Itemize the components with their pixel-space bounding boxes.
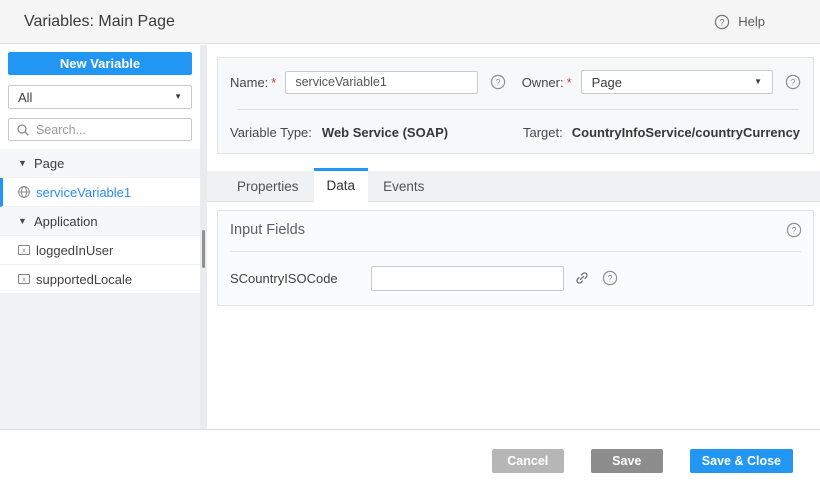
filter-selected-value: All	[18, 90, 32, 105]
input-field-row: SCountryISOCode ?	[230, 265, 801, 291]
help-label: Help	[738, 14, 765, 29]
help-circle-icon: ?	[714, 14, 730, 30]
variable-tree: ▼ Page serviceVariable1 ▼ Application	[0, 149, 200, 294]
save-and-close-button[interactable]: Save & Close	[690, 449, 793, 473]
owner-label: Owner:	[522, 75, 564, 90]
sidebar-main-divider	[200, 45, 207, 429]
variable-detail-panel: Name: * ? Owner: * Page ▼	[207, 45, 820, 429]
tree-item-label: serviceVariable1	[36, 185, 131, 200]
tree-group-application[interactable]: ▼ Application	[0, 207, 200, 236]
cancel-button[interactable]: Cancel	[492, 449, 564, 473]
chevron-down-icon: ▼	[174, 93, 182, 101]
search-input[interactable]	[36, 123, 184, 137]
name-required-marker: *	[271, 75, 276, 90]
svg-text:x: x	[22, 277, 26, 284]
name-owner-row: Name: * ? Owner: * Page ▼	[230, 70, 801, 94]
owner-select[interactable]: Page ▼	[581, 70, 773, 94]
web-service-icon	[17, 185, 31, 199]
page-title: Variables: Main Page	[24, 13, 175, 31]
input-fields-panel: Input Fields ? SCountryISOCode	[217, 210, 814, 306]
svg-text:?: ?	[720, 17, 725, 27]
dialog-header: Variables: Main Page ? Help	[0, 0, 820, 44]
dialog-footer: Cancel Save Save & Close	[0, 429, 820, 489]
divider	[230, 251, 801, 252]
variable-type-value: Web Service (SOAP)	[322, 125, 448, 140]
variables-dialog: Variables: Main Page ? Help New Variable…	[0, 0, 820, 489]
tab-properties[interactable]: Properties	[222, 171, 314, 202]
tab-data[interactable]: Data	[314, 168, 369, 203]
owner-help-icon[interactable]: ?	[785, 74, 801, 90]
tree-item-label: supportedLocale	[36, 272, 132, 287]
variable-type-label: Variable Type:	[230, 125, 312, 140]
tree-item-servicevariable1[interactable]: serviceVariable1	[0, 178, 200, 207]
svg-text:x: x	[22, 248, 26, 255]
tree-group-page[interactable]: ▼ Page	[0, 149, 200, 178]
chevron-down-icon: ▼	[754, 78, 762, 86]
owner-required-marker: *	[567, 75, 572, 90]
tab-events[interactable]: Events	[368, 171, 439, 202]
input-fields-title: Input Fields	[230, 222, 305, 238]
bind-link-icon[interactable]	[574, 270, 590, 286]
name-input[interactable]	[285, 71, 477, 94]
search-icon	[16, 123, 30, 137]
svg-text:?: ?	[790, 77, 795, 87]
variable-icon: x	[17, 272, 31, 286]
svg-text:?: ?	[791, 225, 796, 235]
sidebar-controls: New Variable All ▼	[0, 45, 200, 149]
target-value: CountryInfoService/countryCurrency	[572, 125, 800, 140]
svg-text:?: ?	[607, 273, 612, 283]
name-label: Name:	[230, 75, 268, 90]
field-help-icon[interactable]: ?	[602, 270, 618, 286]
tree-item-label: loggedInUser	[36, 243, 113, 258]
name-help-icon[interactable]: ?	[490, 74, 506, 90]
expander-icon[interactable]: ▼	[18, 158, 28, 168]
field-label: SCountryISOCode	[230, 271, 371, 286]
tree-item-loggedinuser[interactable]: x loggedInUser	[0, 236, 200, 265]
variables-sidebar: New Variable All ▼ ▼ Page	[0, 45, 200, 429]
variable-summary-panel: Name: * ? Owner: * Page ▼	[217, 57, 814, 154]
target-label: Target:	[523, 125, 563, 140]
expander-icon[interactable]: ▼	[18, 216, 28, 226]
save-button[interactable]: Save	[591, 449, 663, 473]
detail-tabbar: Properties Data Events	[207, 171, 820, 202]
variable-filter-select[interactable]: All ▼	[8, 85, 192, 109]
divider	[237, 109, 799, 110]
tree-group-label: Application	[34, 214, 98, 229]
scountryisocode-input[interactable]	[371, 266, 564, 291]
scrollbar-thumb[interactable]	[202, 230, 205, 268]
tree-item-supportedlocale[interactable]: x supportedLocale	[0, 265, 200, 294]
input-fields-help-icon[interactable]: ?	[786, 222, 802, 238]
owner-selected-value: Page	[592, 75, 622, 90]
tree-group-label: Page	[34, 156, 64, 171]
type-target-row: Variable Type: Web Service (SOAP) Target…	[230, 122, 801, 144]
new-variable-button[interactable]: New Variable	[8, 52, 192, 75]
variable-icon: x	[17, 243, 31, 257]
variable-search	[8, 118, 192, 141]
svg-text:?: ?	[495, 77, 500, 87]
help-button[interactable]: ? Help	[714, 14, 765, 30]
